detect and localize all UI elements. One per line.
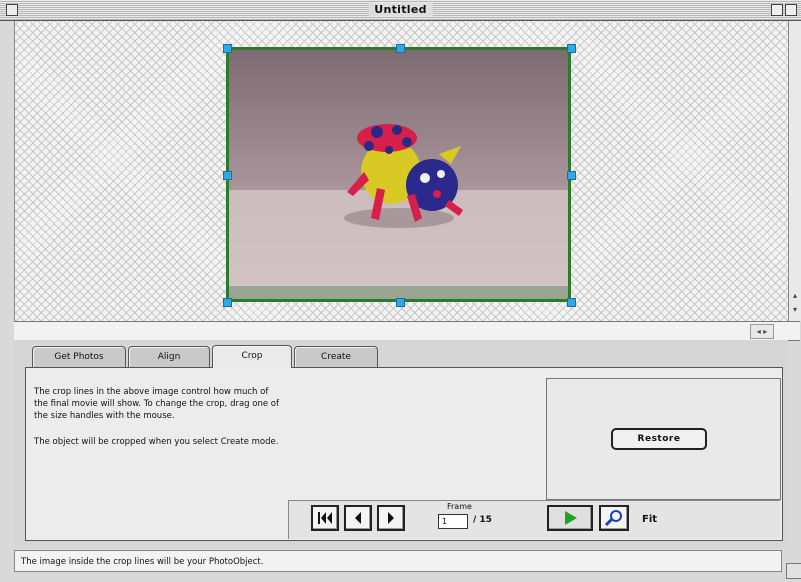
scroll-down-icon[interactable]: ▾ [790, 305, 800, 315]
crop-handle-right[interactable] [567, 171, 576, 180]
scroll-up-icon[interactable]: ▴ [790, 291, 800, 301]
frame-label: Frame [447, 502, 472, 511]
next-frame-icon [388, 512, 394, 524]
first-frame-icon [318, 512, 332, 524]
tab-get-photos[interactable]: Get Photos [32, 346, 126, 367]
crop-image[interactable] [226, 47, 571, 302]
collapse-box-icon[interactable] [785, 4, 797, 16]
crop-handle-top[interactable] [396, 44, 405, 53]
close-box-icon[interactable] [6, 4, 18, 16]
crop-instructions-text-2: The object will be cropped when you sele… [34, 437, 279, 447]
window-title: Untitled [368, 3, 433, 16]
tab-align[interactable]: Align [128, 346, 210, 367]
tab-crop[interactable]: Crop [212, 345, 292, 368]
crop-instructions: The crop lines in the above image contro… [34, 386, 284, 462]
crop-handle-top-left[interactable] [223, 44, 232, 53]
fit-label: Fit [642, 514, 658, 525]
frame-total: / 15 [473, 515, 492, 525]
crop-handle-bottom[interactable] [396, 298, 405, 307]
play-icon [565, 511, 577, 525]
frame-number-input[interactable]: 1 [438, 514, 468, 529]
previous-frame-icon [355, 512, 361, 524]
crop-handle-bottom-left[interactable] [223, 298, 232, 307]
photo-object-image [229, 50, 568, 299]
resize-grip-icon[interactable] [786, 563, 801, 579]
previous-frame-button[interactable] [344, 505, 372, 531]
zoom-icon [604, 510, 622, 527]
crop-instructions-text-1: The crop lines in the above image contro… [34, 387, 279, 421]
play-button[interactable] [547, 505, 593, 531]
first-frame-button[interactable] [311, 505, 339, 531]
scroll-arrows-icon[interactable]: ◂ ▸ [750, 324, 774, 339]
tab-create[interactable]: Create [294, 346, 378, 367]
zoom-button[interactable] [599, 505, 629, 531]
crop-handle-top-right[interactable] [567, 44, 576, 53]
next-frame-button[interactable] [377, 505, 405, 531]
horizontal-scrollbar[interactable]: ◂ ▸ [14, 321, 800, 341]
restore-button[interactable]: Restore [611, 428, 707, 450]
window-title-bar[interactable]: Untitled [0, 0, 801, 21]
vertical-scrollbar[interactable]: ▴ ▾ [788, 21, 801, 321]
zoom-box-icon[interactable] [771, 4, 783, 16]
crop-handle-left[interactable] [223, 171, 232, 180]
status-bar: The image inside the crop lines will be … [14, 550, 782, 572]
crop-handle-bottom-right[interactable] [567, 298, 576, 307]
